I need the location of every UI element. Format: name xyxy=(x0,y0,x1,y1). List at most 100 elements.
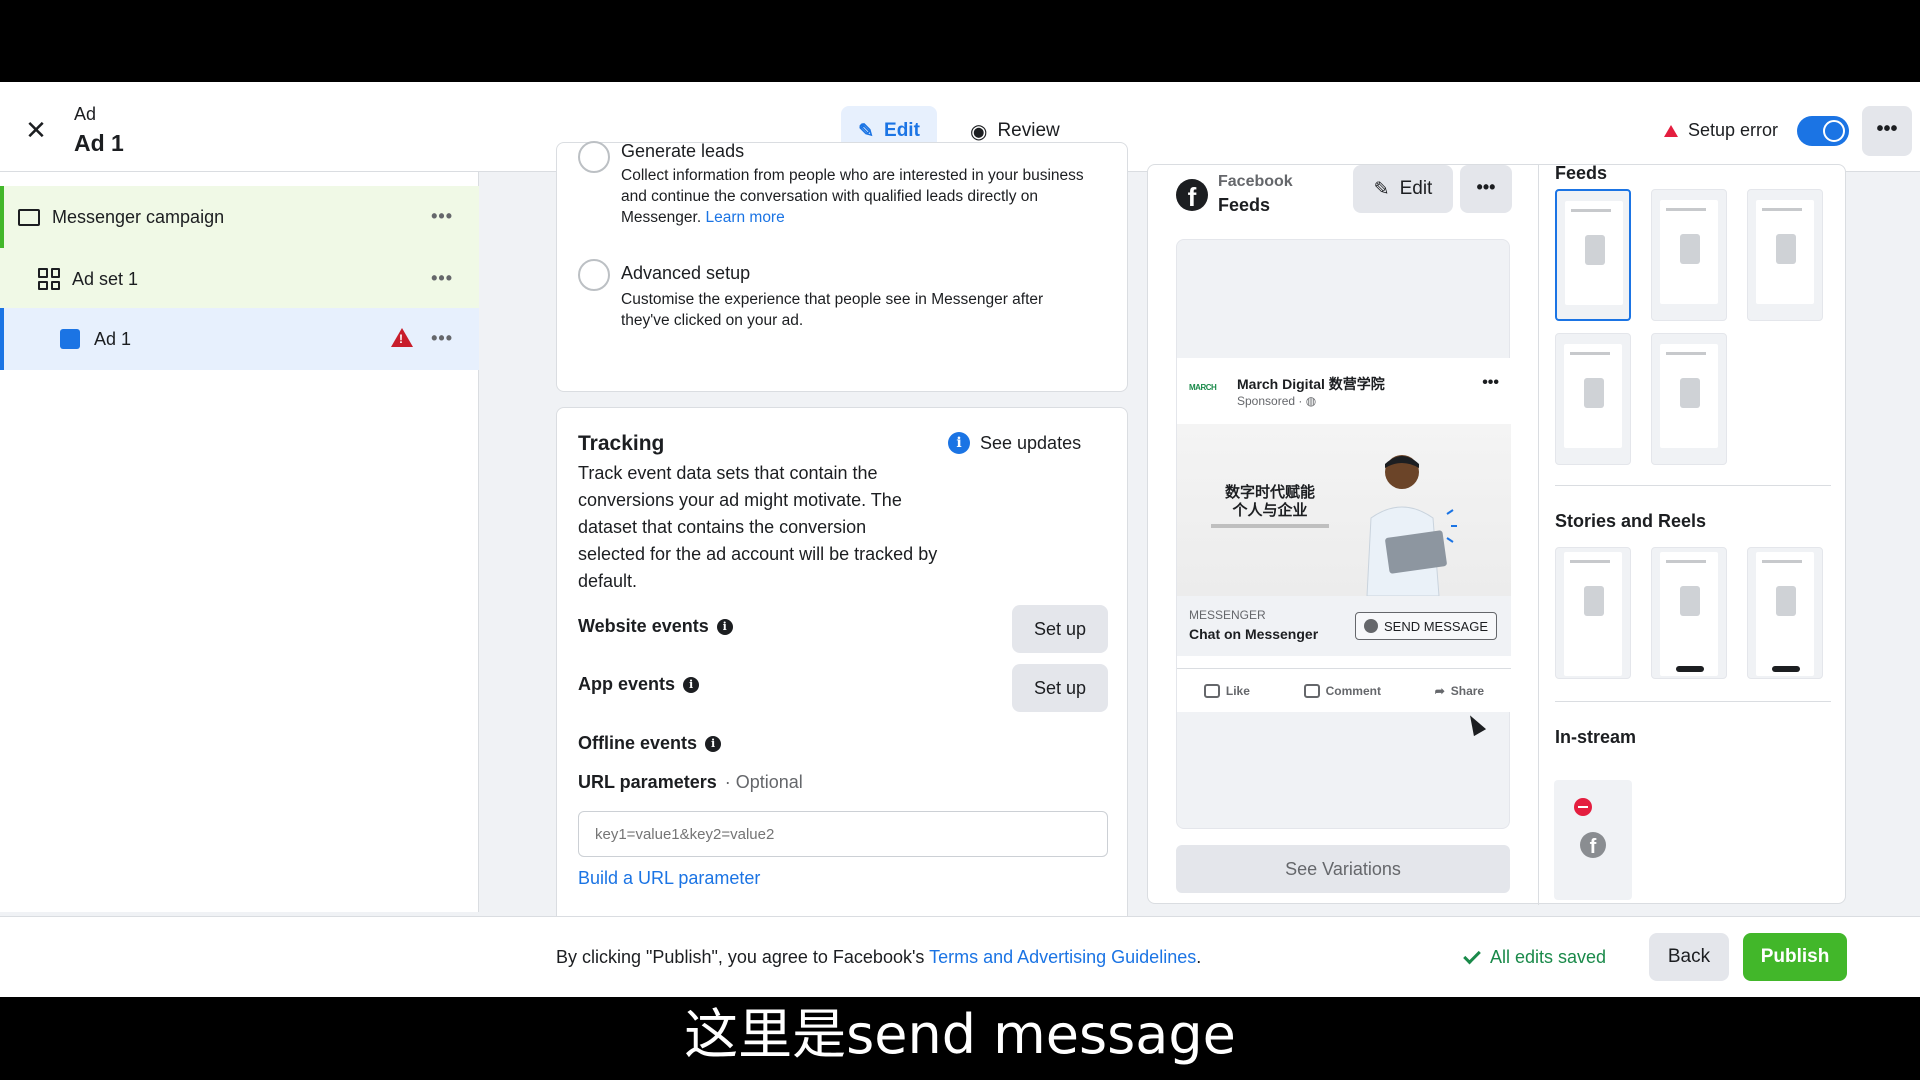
generate-leads-description: Collect information from people who are … xyxy=(621,167,1084,226)
info-icon[interactable]: i xyxy=(716,618,733,635)
terms-link[interactable]: Terms and Advertising Guidelines xyxy=(929,947,1196,967)
share-icon: ➦ xyxy=(1434,683,1445,698)
in-stream-thumb[interactable]: f xyxy=(1554,780,1632,900)
cta-kicker: MESSENGER xyxy=(1189,608,1266,622)
adset-grid-icon xyxy=(38,268,60,290)
comment-button[interactable]: Comment xyxy=(1303,683,1381,698)
info-icon[interactable]: i xyxy=(683,676,700,693)
section-divider xyxy=(1555,701,1831,702)
globe-icon: ◍ xyxy=(1305,394,1317,408)
url-parameters-label: URL parameters · Optional xyxy=(578,772,803,792)
setup-error-label: Setup error xyxy=(1688,120,1779,140)
placement-thumb[interactable] xyxy=(1555,333,1631,465)
offline-events-label: Offline events i xyxy=(578,733,722,754)
send-message-button[interactable]: SEND MESSAGE xyxy=(1355,612,1497,640)
close-icon[interactable]: ✕ xyxy=(22,116,50,144)
see-updates-label: See updates xyxy=(980,432,1082,453)
placement-thumb[interactable] xyxy=(1651,547,1727,679)
tree-item-campaign[interactable]: Messenger campaign ••• xyxy=(0,186,479,248)
video-subtitle: 这里是send message xyxy=(684,1003,1236,1066)
error-warning-icon[interactable] xyxy=(391,328,413,347)
placement-thumb[interactable] xyxy=(1651,189,1727,321)
ad-icon xyxy=(60,329,80,349)
app-events-setup-button[interactable]: Set up xyxy=(1012,664,1108,712)
preview-platform: Facebook xyxy=(1218,173,1293,190)
placement-thumb[interactable] xyxy=(1651,333,1727,465)
cta-bar: MESSENGER Chat on Messenger SEND MESSAGE xyxy=(1177,596,1511,656)
ad-creative-image: 数字时代赋能 个人与企业 xyxy=(1177,424,1511,596)
campaign-more-button[interactable]: ••• xyxy=(431,206,453,227)
check-icon xyxy=(1463,946,1481,965)
see-variations-button[interactable]: See Variations xyxy=(1176,845,1510,893)
preview-edit-button[interactable]: ✎ Edit xyxy=(1353,165,1453,213)
facebook-icon: f xyxy=(1580,832,1606,858)
info-icon[interactable]: i xyxy=(705,735,722,752)
eye-icon: ◉ xyxy=(970,120,988,143)
like-button[interactable]: Like xyxy=(1203,683,1250,698)
adset-more-button[interactable]: ••• xyxy=(431,268,453,289)
learn-more-link[interactable]: Learn more xyxy=(705,209,784,226)
info-icon: i xyxy=(948,432,970,454)
see-updates-link[interactable]: i See updates xyxy=(948,432,1081,454)
creative-subline xyxy=(1211,524,1329,528)
share-button[interactable]: ➦ Share xyxy=(1435,684,1484,698)
preview-divider xyxy=(1538,165,1539,905)
ad-more-button[interactable]: ••• xyxy=(431,328,453,349)
cta-title: Chat on Messenger xyxy=(1189,626,1319,642)
advanced-setup-title: Advanced setup xyxy=(621,263,751,283)
placement-thumb[interactable] xyxy=(1555,189,1631,321)
generate-leads-title: Generate leads xyxy=(621,141,745,161)
preview-edit-label: Edit xyxy=(1399,178,1433,199)
messenger-icon xyxy=(1363,619,1378,633)
pencil-icon: ✎ xyxy=(858,120,875,142)
in-stream-heading: In-stream xyxy=(1555,727,1637,747)
person-with-laptop-image xyxy=(1366,455,1457,596)
campaign-name: Messenger campaign xyxy=(52,206,225,227)
tree-item-ad[interactable]: Ad 1 ••• xyxy=(0,308,479,370)
more-options-button[interactable]: ••• xyxy=(1862,106,1912,156)
creative-headline: 数字时代赋能 个人与企业 xyxy=(1224,484,1315,519)
edit-mode-label: Edit xyxy=(884,120,920,141)
ad-status-toggle[interactable] xyxy=(1797,116,1849,146)
page-title: Ad 1 xyxy=(74,130,124,156)
ad-post: MARCH March Digital 数营学院 Sponsored · ◍ •… xyxy=(1177,358,1511,712)
placement-thumb[interactable] xyxy=(1747,547,1823,679)
post-more-icon[interactable]: ••• xyxy=(1482,374,1499,392)
bottom-bar: By clicking "Publish", you agree to Face… xyxy=(0,916,1920,997)
messenger-options-card: Generate leads Collect information from … xyxy=(556,141,1128,392)
sponsored-label: Sponsored · ◍ xyxy=(1237,394,1317,408)
back-button[interactable]: Back xyxy=(1649,933,1729,981)
adset-name: Ad set 1 xyxy=(72,268,139,289)
advanced-setup-radio[interactable] xyxy=(578,259,610,291)
section-divider xyxy=(1555,485,1831,486)
app-events-label: App events i xyxy=(578,674,700,695)
ads-manager-window: ✕ Ad Ad 1 ✎ Edit ◉ Review Setup error ••… xyxy=(0,82,1920,997)
website-events-setup-button[interactable]: Set up xyxy=(1012,605,1108,653)
stories-reels-heading: Stories and Reels xyxy=(1555,511,1707,531)
tracking-card: Tracking Track event data sets that cont… xyxy=(556,407,1128,997)
ad-preview-panel: f Facebook Feeds ✎ Edit ••• MARCH March … xyxy=(1147,163,1846,905)
warning-icon xyxy=(1664,124,1678,137)
placement-thumb[interactable] xyxy=(1747,189,1823,321)
feeds-heading: Feeds xyxy=(1555,163,1608,183)
generate-leads-radio[interactable] xyxy=(578,141,610,173)
build-url-parameter-link[interactable]: Build a URL parameter xyxy=(578,868,760,889)
send-message-label: SEND MESSAGE xyxy=(1383,618,1489,634)
setup-error-status[interactable]: Setup error xyxy=(1664,120,1778,141)
post-actions: Like Comment ➦ Share xyxy=(1177,668,1511,712)
no-entry-icon xyxy=(1574,798,1592,816)
page-name: March Digital 数营学院 xyxy=(1237,376,1385,392)
feed-preview-mockup: MARCH March Digital 数营学院 Sponsored · ◍ •… xyxy=(1176,239,1511,829)
advanced-setup-description: Customise the experience that people see… xyxy=(621,291,1044,329)
save-status: All edits saved xyxy=(1463,946,1606,968)
preview-more-button[interactable]: ••• xyxy=(1460,165,1512,213)
tree-item-adset[interactable]: Ad set 1 ••• xyxy=(0,248,479,310)
url-parameters-input[interactable] xyxy=(578,811,1108,857)
entity-type-label: Ad xyxy=(74,104,97,124)
review-mode-label: Review xyxy=(997,120,1060,141)
comment-icon xyxy=(1303,683,1320,698)
placement-thumb[interactable] xyxy=(1555,547,1631,679)
tracking-description: Track event data sets that contain the c… xyxy=(578,463,938,591)
publish-button[interactable]: Publish xyxy=(1743,933,1847,981)
thumbs-up-icon xyxy=(1203,683,1220,698)
